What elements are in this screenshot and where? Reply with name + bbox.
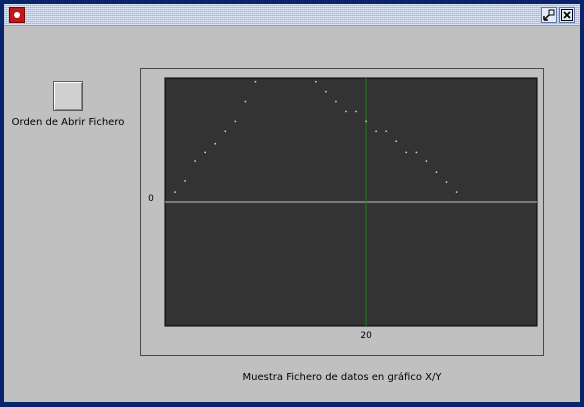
restore-button[interactable] xyxy=(541,7,557,23)
data-point xyxy=(174,191,176,193)
content-panel: Orden de Abrir Fichero 20 0 Muestra Fiche… xyxy=(4,26,580,402)
data-point xyxy=(315,80,317,83)
data-point xyxy=(254,80,257,83)
data-point xyxy=(445,181,448,183)
x-tick-label: 20 xyxy=(360,331,372,341)
data-point xyxy=(355,110,357,113)
close-icon xyxy=(561,9,573,21)
data-point xyxy=(244,100,247,103)
data-point xyxy=(234,120,237,123)
data-point xyxy=(345,110,347,113)
xy-chart: 20 0 xyxy=(148,77,538,341)
chart-caption: Muestra Fichero de datos en gráfico X/Y xyxy=(242,372,442,383)
data-point xyxy=(375,130,377,133)
data-point xyxy=(425,160,428,162)
data-point xyxy=(325,90,327,93)
data-point xyxy=(385,130,387,133)
data-point xyxy=(184,180,186,182)
y-tick-label: 0 xyxy=(148,194,154,204)
data-point xyxy=(455,191,458,193)
data-point xyxy=(395,140,397,142)
close-button[interactable] xyxy=(559,7,575,23)
data-point xyxy=(415,151,418,154)
open-file-label: Orden de Abrir Fichero xyxy=(11,117,125,128)
application-window: Orden de Abrir Fichero 20 0 Muestra Fiche… xyxy=(0,0,584,407)
data-point xyxy=(335,100,337,103)
title-bar[interactable] xyxy=(4,4,580,26)
data-point xyxy=(214,142,217,145)
app-icon[interactable] xyxy=(9,7,25,23)
data-point xyxy=(204,151,206,154)
data-point xyxy=(224,130,227,133)
restore-icon xyxy=(543,9,555,21)
chart-frame: 20 0 xyxy=(140,68,544,356)
open-file-button[interactable] xyxy=(53,81,83,111)
data-point xyxy=(194,160,196,162)
data-point xyxy=(365,120,367,123)
data-point xyxy=(435,171,438,173)
data-point xyxy=(405,151,408,154)
